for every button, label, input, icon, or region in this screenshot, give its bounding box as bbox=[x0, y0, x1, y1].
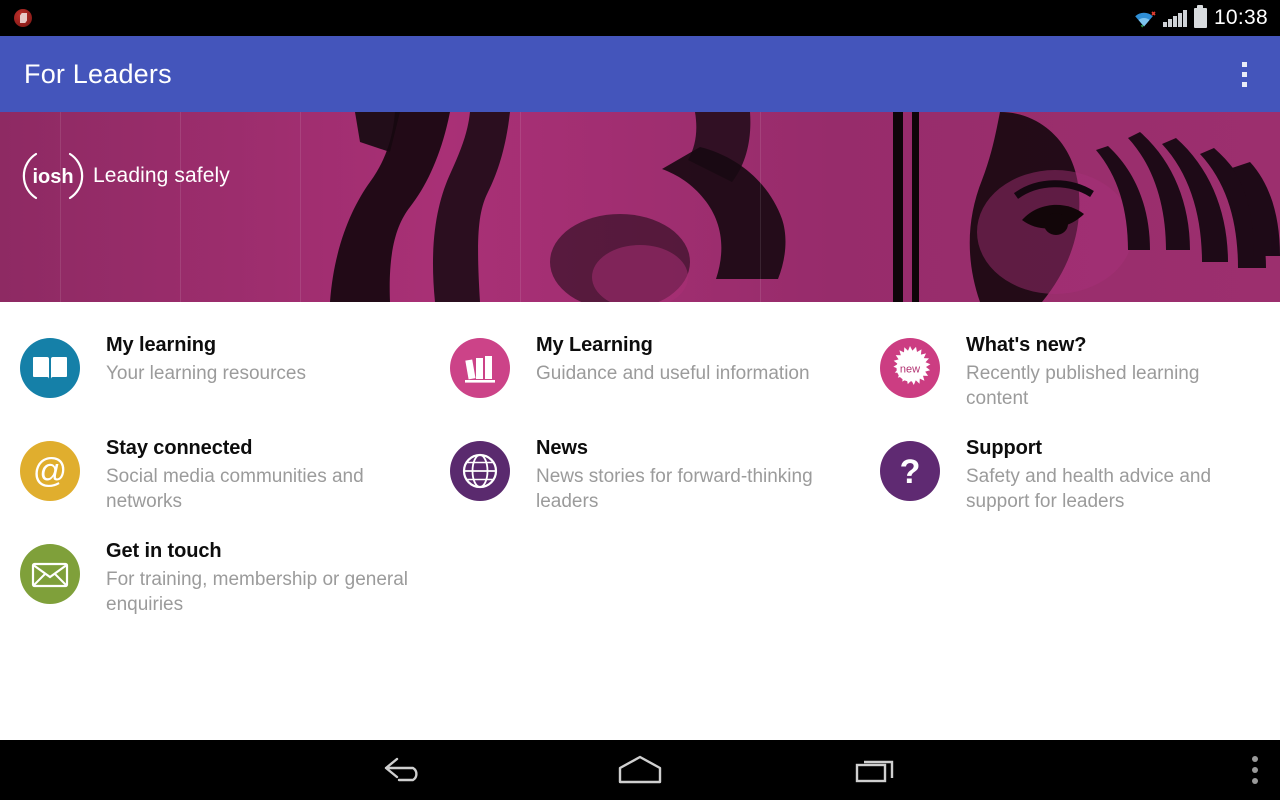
menu-item-text: Get in touch For training, membership or… bbox=[80, 530, 416, 617]
app-screen: 10:38 For Leaders iosh Leading safely My… bbox=[0, 0, 1280, 800]
menu-item-text: What's new? Recently published learning … bbox=[940, 324, 1264, 411]
iosh-logo-tagline: Leading safely bbox=[93, 164, 230, 187]
menu-item-title: Get in touch bbox=[106, 540, 222, 563]
iosh-logo: iosh Leading safely bbox=[22, 150, 230, 202]
menu-row: My learning Your learning resources My L… bbox=[0, 316, 1280, 419]
nav-more-icon[interactable] bbox=[1252, 756, 1258, 784]
menu-item-stay-connected[interactable]: @ Stay connected Social media communitie… bbox=[0, 419, 430, 522]
envelope-icon bbox=[20, 544, 80, 605]
home-icon[interactable] bbox=[603, 746, 677, 794]
menu-item-text: News News stories for forward-thinking l… bbox=[510, 427, 846, 514]
menu-row: @ Stay connected Social media communitie… bbox=[0, 419, 1280, 522]
menu-item-subtitle: For training, membership or general enqu… bbox=[106, 569, 409, 616]
menu-item-subtitle: Safety and health advice and support for… bbox=[966, 466, 1212, 513]
menu-item-subtitle: Your learning resources bbox=[106, 363, 306, 384]
menu-row: Get in touch For training, membership or… bbox=[0, 522, 1280, 625]
hero-banner: iosh Leading safely bbox=[0, 112, 1280, 302]
svg-text:?: ? bbox=[900, 453, 921, 491]
iosh-logo-mark: iosh bbox=[22, 150, 84, 202]
menu-item-text: Stay connected Social media communities … bbox=[80, 427, 416, 514]
app-notification-icon bbox=[14, 9, 32, 27]
menu-item-support[interactable]: ? Support Safety and health advice and s… bbox=[860, 419, 1280, 522]
menu-item-title: News bbox=[536, 437, 588, 460]
open-book-icon bbox=[20, 338, 80, 398]
battery-icon bbox=[1193, 5, 1207, 28]
menu-item-subtitle: News stories for forward-thinking leader… bbox=[536, 466, 813, 513]
menu-item-text: Support Safety and health advice and sup… bbox=[940, 427, 1264, 514]
status-bar-notifications bbox=[0, 9, 1132, 27]
menu-item-subtitle: Social media communities and networks bbox=[106, 466, 364, 513]
menu-item-title: Stay connected bbox=[106, 437, 253, 460]
menu-item-subtitle: Recently published learning content bbox=[966, 363, 1200, 410]
back-arrow-icon[interactable] bbox=[367, 746, 441, 794]
wifi-icon bbox=[1132, 8, 1157, 28]
menu-item-title: What's new? bbox=[966, 334, 1087, 356]
svg-text:new: new bbox=[900, 364, 920, 376]
signal-bars-icon bbox=[1163, 9, 1187, 27]
page-title: For Leaders bbox=[24, 58, 172, 89]
app-action-bar: For Leaders bbox=[0, 36, 1280, 112]
status-bar-clock: 10:38 bbox=[1213, 6, 1268, 29]
menu-item-subtitle: Guidance and useful information bbox=[536, 363, 810, 384]
menu-item-get-in-touch[interactable]: Get in touch For training, membership or… bbox=[0, 522, 430, 625]
svg-text:iosh: iosh bbox=[32, 166, 73, 188]
at-sign-icon: @ bbox=[20, 441, 80, 502]
menu-item-title: My learning bbox=[106, 334, 217, 356]
new-starburst-icon: new bbox=[880, 338, 940, 398]
menu-item-news[interactable]: News News stories for forward-thinking l… bbox=[430, 419, 860, 522]
question-mark-icon: ? bbox=[880, 441, 940, 502]
globe-icon bbox=[450, 441, 510, 502]
menu-item-text: My learning Your learning resources bbox=[80, 324, 306, 386]
menu-item-title: My Learning bbox=[536, 334, 653, 356]
menu-item-whats-new[interactable]: new What's new? Recently published learn… bbox=[860, 316, 1280, 419]
menu-item-title: Support bbox=[966, 437, 1042, 460]
svg-text:@: @ bbox=[33, 452, 68, 490]
status-bar-system-icons: 10:38 bbox=[1132, 5, 1280, 30]
menu-item-text: My Learning Guidance and useful informat… bbox=[510, 324, 810, 386]
menu-item-my-learning-guidance[interactable]: My Learning Guidance and useful informat… bbox=[430, 316, 860, 419]
hero-banner-image bbox=[0, 112, 1280, 302]
android-status-bar: 10:38 bbox=[0, 0, 1280, 36]
menu-grid: My learning Your learning resources My L… bbox=[0, 302, 1280, 625]
overflow-menu-icon[interactable] bbox=[1216, 36, 1272, 112]
recent-apps-icon[interactable] bbox=[839, 746, 913, 794]
android-navigation-bar bbox=[0, 740, 1280, 800]
menu-item-my-learning[interactable]: My learning Your learning resources bbox=[0, 316, 430, 419]
navigation-buttons bbox=[0, 746, 1280, 794]
bookshelf-icon bbox=[450, 338, 510, 398]
